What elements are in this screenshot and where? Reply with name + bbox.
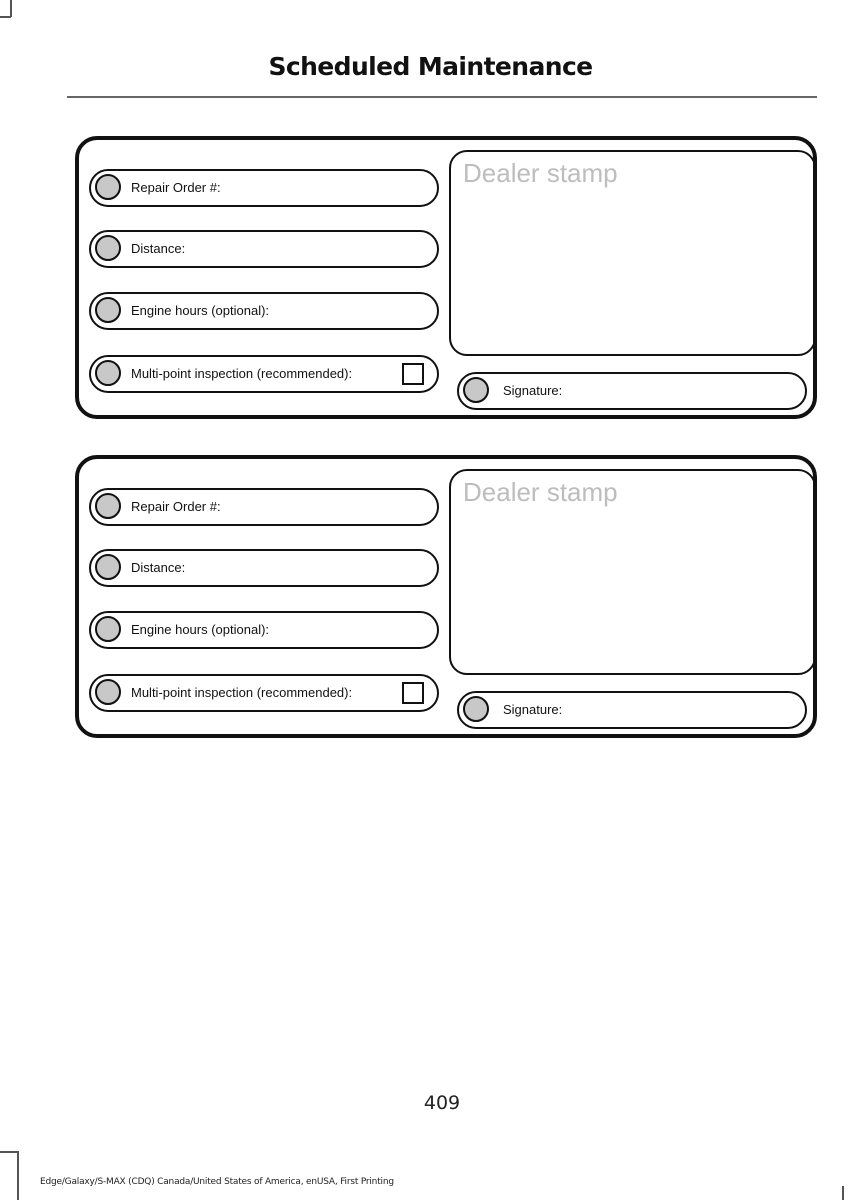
repair-order-label: Repair Order #:: [131, 180, 221, 195]
bullet-circle-icon: [95, 235, 121, 261]
multi-point-inspection-field: Multi-point inspection (recommended):: [89, 674, 439, 712]
dealer-stamp-label: Dealer stamp: [463, 158, 618, 188]
bullet-circle-icon: [95, 493, 121, 519]
engine-hours-label: Engine hours (optional):: [131, 303, 270, 318]
signature-label: Signature:: [503, 702, 563, 717]
multi-point-inspection-label: Multi-point inspection (recommended):: [131, 685, 353, 700]
engine-hours-field[interactable]: Engine hours (optional):: [89, 292, 439, 330]
bullet-circle-icon: [463, 377, 489, 403]
bullet-circle-icon: [95, 616, 121, 642]
signature-label: Signature:: [503, 383, 563, 398]
crop-mark-bottom-left-v: [17, 1151, 19, 1200]
bullet-circle-icon: [95, 360, 121, 386]
multi-point-inspection-field: Multi-point inspection (recommended):: [89, 355, 439, 393]
multi-point-inspection-label: Multi-point inspection (recommended):: [131, 366, 353, 381]
bullet-circle-icon: [95, 297, 121, 323]
repair-order-field[interactable]: Repair Order #:: [89, 169, 439, 207]
multi-point-inspection-checkbox[interactable]: [402, 682, 424, 704]
signature-field[interactable]: Signature:: [457, 372, 807, 410]
dealer-stamp-area[interactable]: Dealer stamp: [449, 469, 816, 675]
maintenance-record-card: Repair Order #: Distance: Engine hours (…: [75, 136, 817, 419]
distance-label: Distance:: [131, 241, 186, 256]
engine-hours-label: Engine hours (optional):: [131, 622, 270, 637]
repair-order-label: Repair Order #:: [131, 499, 221, 514]
title-divider: [67, 96, 817, 98]
repair-order-field[interactable]: Repair Order #:: [89, 488, 439, 526]
dealer-stamp-label: Dealer stamp: [463, 477, 618, 507]
crop-mark-bottom-right-v: [842, 1186, 844, 1200]
bullet-circle-icon: [95, 174, 121, 200]
page-number: 409: [423, 1092, 461, 1114]
dealer-stamp-area[interactable]: Dealer stamp: [449, 150, 816, 356]
edition-footer: Edge/Galaxy/S-MAX (CDQ) Canada/United St…: [40, 1177, 394, 1187]
crop-mark-top-left-h: [0, 16, 11, 18]
bullet-circle-icon: [95, 679, 121, 705]
distance-field[interactable]: Distance:: [89, 549, 439, 587]
distance-field[interactable]: Distance:: [89, 230, 439, 268]
crop-mark-top-left-v: [10, 0, 12, 17]
signature-field[interactable]: Signature:: [457, 691, 807, 729]
distance-label: Distance:: [131, 560, 186, 575]
bullet-circle-icon: [95, 554, 121, 580]
page-title: Scheduled Maintenance: [268, 52, 593, 81]
maintenance-record-card: Repair Order #: Distance: Engine hours (…: [75, 455, 817, 738]
multi-point-inspection-checkbox[interactable]: [402, 363, 424, 385]
crop-mark-bottom-left-h: [0, 1151, 18, 1153]
engine-hours-field[interactable]: Engine hours (optional):: [89, 611, 439, 649]
bullet-circle-icon: [463, 696, 489, 722]
